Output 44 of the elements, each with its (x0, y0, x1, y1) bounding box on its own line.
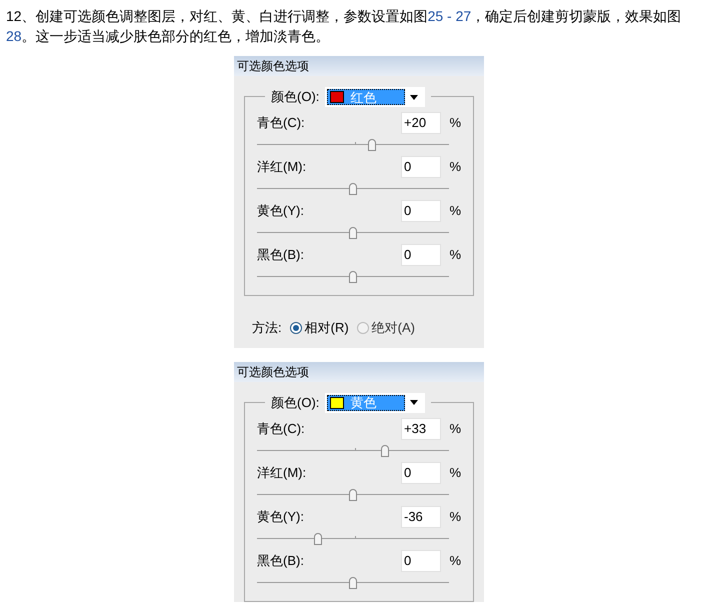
value-field[interactable]: +33 (401, 418, 441, 440)
value-field[interactable]: 0 (401, 200, 441, 222)
percent-sign: % (448, 114, 461, 132)
color-label: 颜色(O): (271, 394, 320, 412)
value-field[interactable]: 0 (401, 244, 441, 266)
percent-sign: % (448, 552, 461, 570)
dialog-title: 可选颜色选项 (234, 362, 484, 382)
caret-icon (410, 94, 418, 100)
value-field[interactable]: +20 (401, 112, 441, 134)
slider-thumb[interactable] (349, 271, 357, 283)
radio-option[interactable]: 绝对(A) (356, 318, 416, 338)
slider-thumb[interactable] (349, 576, 357, 588)
slider-thumb[interactable] (349, 227, 357, 239)
percent-sign: % (448, 246, 461, 264)
slider-label: 洋红(M): (257, 464, 308, 482)
method-label: 方法: (252, 319, 282, 337)
slider-label: 黑色(B): (257, 552, 305, 570)
value-field[interactable]: 0 (401, 550, 441, 572)
color-value: 红色 (350, 90, 376, 104)
percent-sign: % (448, 508, 461, 526)
instruction-text: 12、创建可选颜色调整图层，对红、黄、白进行调整，参数设置如图25 - 27，确定后创建剪切蒙版，效果如图 28。这一步适当减少肤色部分的红色，增加淡青色。 (5, 7, 682, 46)
percent-sign: % (448, 158, 461, 176)
slider-thumb[interactable] (314, 532, 322, 544)
slider-label: 洋红(M): (257, 158, 308, 176)
slider-thumb[interactable] (349, 183, 357, 195)
slider-thumb[interactable] (380, 444, 389, 456)
percent-sign: % (448, 464, 461, 482)
slider-label: 黑色(B): (257, 246, 305, 264)
slider-thumb[interactable] (349, 488, 357, 500)
percent-sign: % (448, 202, 461, 220)
slider-label: 青色(C): (257, 420, 306, 438)
value-field[interactable]: -36 (401, 506, 441, 528)
percent-sign: % (448, 420, 461, 438)
slider-thumb[interactable] (368, 139, 376, 151)
caret-icon (410, 400, 418, 405)
color-value: 黄色 (350, 396, 376, 409)
radio-option[interactable]: 相对(R) (290, 318, 349, 338)
slider-label: 黄色(Y): (257, 202, 305, 220)
value-field[interactable]: 0 (401, 156, 441, 178)
slider-label: 黄色(Y): (257, 508, 305, 526)
color-label: 颜色(O): (271, 88, 320, 106)
slider-label: 青色(C): (257, 114, 306, 132)
dialog-title: 可选颜色选项 (234, 56, 484, 76)
value-field[interactable]: 0 (401, 462, 441, 484)
